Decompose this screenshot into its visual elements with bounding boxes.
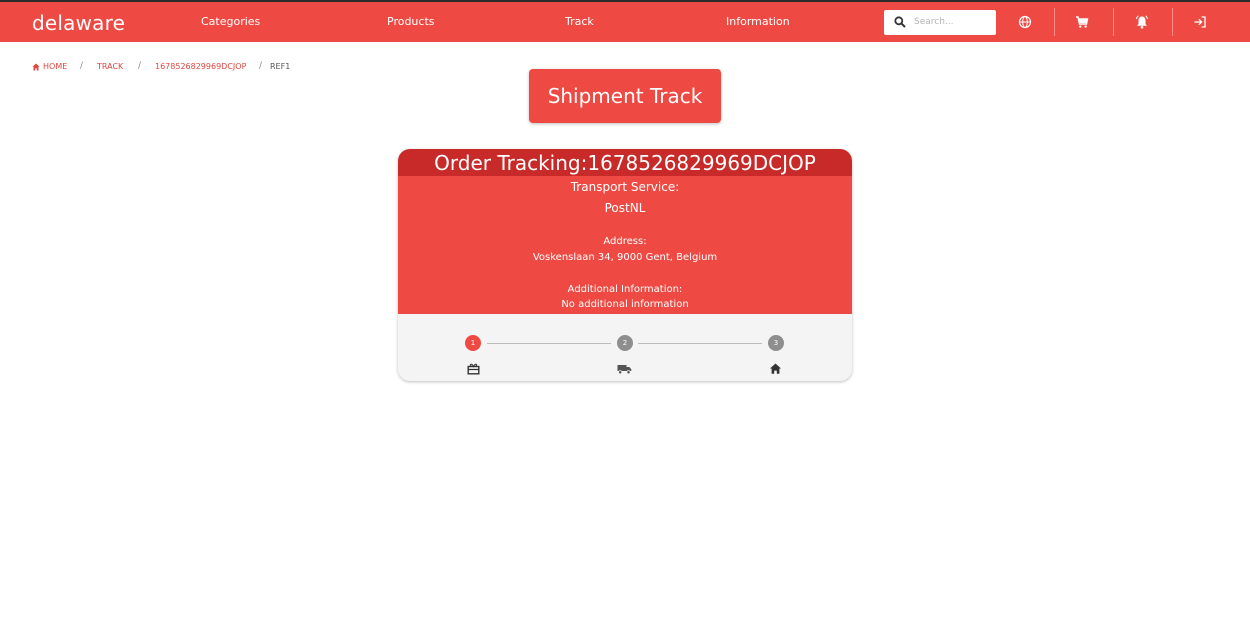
additional-info-label: Additional Information:: [567, 284, 683, 295]
globe-icon[interactable]: [1017, 14, 1033, 30]
shipment-stepper: 1 2 3: [398, 314, 852, 381]
transport-service-label: Transport Service:: [570, 180, 680, 194]
address-value: Voskenslaan 34, 9000 Gent, Belgium: [532, 252, 718, 263]
nav-divider: [1172, 8, 1173, 36]
nav-track[interactable]: Track: [565, 15, 594, 28]
additional-info-value: No additional information: [561, 299, 689, 310]
package-icon: [467, 363, 480, 375]
step-connector: [638, 343, 762, 344]
nav-divider: [1113, 8, 1114, 36]
navbar: delaware Categories Products Track Infor…: [0, 2, 1250, 42]
transport-service-value: PostNL: [604, 201, 646, 215]
breadcrumb-separator: /: [80, 61, 84, 71]
breadcrumb-order[interactable]: 1678526829969DCJOP: [155, 62, 246, 71]
search-icon: [894, 16, 906, 28]
nav-categories[interactable]: Categories: [201, 15, 260, 28]
breadcrumb-home-label: HOME: [43, 62, 68, 71]
breadcrumb-separator: /: [138, 61, 142, 71]
search-input[interactable]: [914, 14, 988, 30]
step-connector: [487, 343, 611, 344]
order-details: Transport Service: PostNL Address: Voske…: [398, 176, 852, 314]
order-tracking-title: Order Tracking:1678526829969DCJOP: [398, 149, 852, 176]
breadcrumb-separator: /: [259, 61, 263, 71]
home-icon: [770, 363, 781, 374]
shipment-track-button[interactable]: Shipment Track: [529, 69, 721, 123]
nav-information[interactable]: Information: [726, 15, 790, 28]
nav-products[interactable]: Products: [387, 15, 435, 28]
home-icon: [32, 63, 40, 71]
nav-divider: [1054, 8, 1055, 36]
breadcrumb-current: REF1: [270, 62, 291, 71]
brand-logo[interactable]: delaware: [32, 11, 125, 35]
notification-bell-icon[interactable]: [1134, 14, 1150, 30]
login-icon[interactable]: [1192, 14, 1208, 30]
step-2-indicator[interactable]: 2: [617, 335, 633, 351]
address-label: Address:: [603, 236, 647, 247]
step-1-indicator[interactable]: 1: [465, 335, 481, 351]
step-3-indicator[interactable]: 3: [768, 335, 784, 351]
breadcrumb-track[interactable]: TRACK: [97, 62, 123, 71]
order-tracking-card: Order Tracking:1678526829969DCJOP Transp…: [398, 149, 852, 381]
cart-icon[interactable]: [1074, 14, 1090, 30]
search-box[interactable]: [884, 10, 996, 35]
truck-icon: [617, 365, 632, 375]
